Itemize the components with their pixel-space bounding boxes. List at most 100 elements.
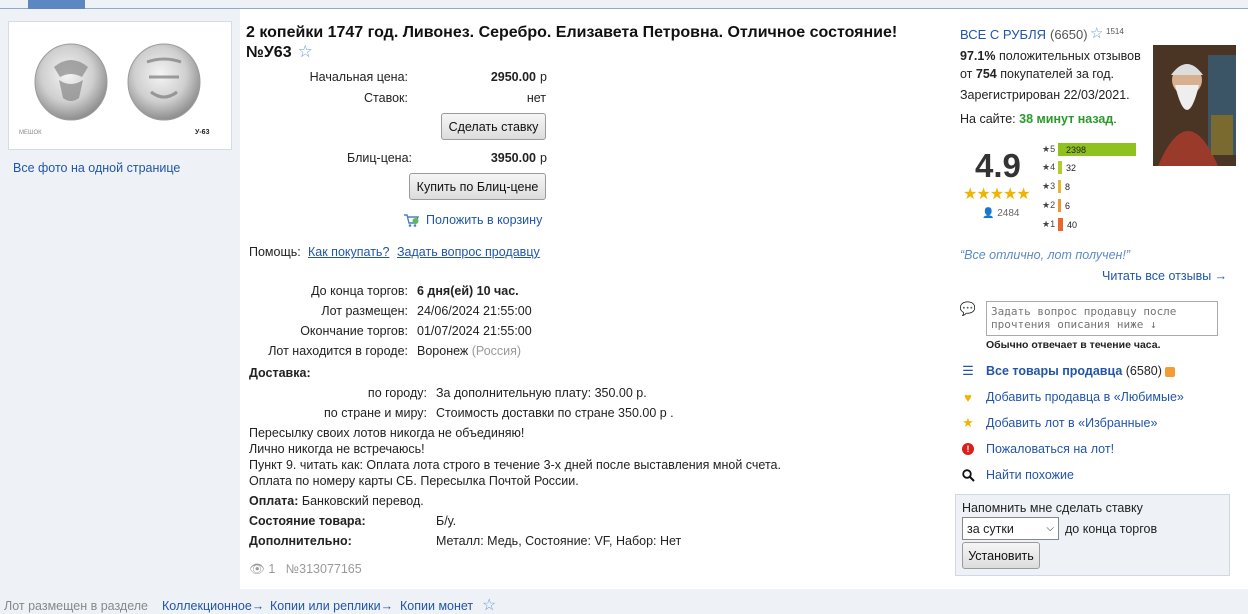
delivery-world-value: Стоимость доставки по стране 350.00 р . — [436, 406, 674, 420]
rating-bar — [1058, 180, 1061, 193]
rating-star-label: ★4 — [1042, 162, 1056, 172]
breadcrumb-item[interactable]: Копии монет — [400, 599, 473, 613]
lot-number: №313077165 — [285, 562, 362, 576]
complain-link[interactable]: Пожаловаться на лот! — [986, 442, 1114, 456]
rss-icon[interactable] — [1165, 366, 1176, 377]
star-outline-icon[interactable]: ☆ — [482, 595, 496, 614]
payment-value: Банковский перевод. — [301, 494, 424, 508]
how-to-buy-link[interactable]: Как покупать? — [308, 245, 389, 259]
from-text: от — [960, 67, 973, 81]
city-name: Воронеж — [417, 344, 469, 358]
rating-star-label: ★1 — [1042, 219, 1056, 229]
rating-count: 8 — [1065, 181, 1071, 192]
list-icon: ☰ — [962, 363, 974, 378]
rating-bar-row[interactable]: ★3 8 — [1042, 180, 1070, 193]
positive-feedback: 97.1% положительных отзывов — [960, 49, 1141, 63]
positive-text: положительных отзывов — [998, 49, 1141, 63]
add-favorite-lot-link[interactable]: Добавить лот в «Избранные» — [986, 416, 1157, 430]
lot-photo[interactable]: МЕШОК У-63 — [8, 21, 232, 150]
seller-star-badge: 1514 — [1106, 27, 1124, 36]
buyers-count: 754 — [975, 67, 997, 81]
all-reviews-link[interactable]: Читать все отзывы → — [1102, 269, 1227, 283]
start-price-label: Начальная цена: — [309, 70, 408, 84]
all-goods-link[interactable]: Все товары продавца — [986, 364, 1122, 378]
ask-seller-link[interactable]: Задать вопрос продавцу — [397, 245, 540, 259]
add-to-cart-link[interactable]: Положить в корзину — [426, 213, 542, 227]
placed-label: Лот размещен: — [321, 304, 408, 318]
end-label: Окончание торгов: — [300, 324, 408, 338]
star-icon: ★ — [962, 415, 974, 430]
seller-avatar[interactable] — [1153, 45, 1236, 166]
place-bid-button[interactable]: Сделать ставку — [441, 113, 546, 140]
star-outline-icon: ☆ — [1090, 25, 1104, 42]
positive-percent: 97.1% — [960, 49, 996, 63]
registered-date: Зарегистрирован 22/03/2021. — [960, 88, 1130, 102]
cart-icon[interactable] — [403, 212, 419, 228]
help-label: Помощь: — [249, 245, 301, 259]
eye-icon: 👁 — [249, 562, 265, 576]
delivery-heading: Доставка: — [249, 366, 311, 380]
rating-bar-row[interactable]: ★5 — [1042, 143, 1136, 156]
photo-column: МЕШОК У-63 Все фото на одной странице — [0, 9, 240, 579]
delivery-city-value: За дополнительную плату: 350.00 р. — [436, 386, 647, 400]
set-reminder-button[interactable]: Установить — [962, 542, 1040, 569]
delivery-world-label: по стране и миру: — [324, 406, 427, 420]
lot-title-text: 2 копейки 1747 год. Ливонез. Серебро. Ел… — [246, 24, 898, 61]
views-count: 1 — [268, 562, 276, 576]
country-name: (Россия) — [471, 344, 522, 358]
rating-count: 32 — [1066, 162, 1077, 173]
breadcrumb-item[interactable]: Коллекционное→ — [162, 599, 264, 613]
start-price-value: 2950.00 — [490, 70, 536, 84]
bids-value: нет — [526, 91, 546, 105]
chevron-down-icon: ⌵ — [1046, 523, 1054, 534]
city-value: Воронеж (Россия) — [417, 344, 521, 358]
star-outline-icon[interactable]: ☆ — [298, 42, 313, 61]
photo-label: У-63 — [195, 129, 210, 136]
question-input[interactable] — [986, 301, 1218, 336]
ends-in-label: До конца торгов: — [311, 284, 408, 298]
add-favorite-seller-link[interactable]: Добавить продавца в «Любимые» — [986, 390, 1184, 404]
find-similar-link[interactable]: Найти похожие — [986, 468, 1074, 482]
rating-bar-row[interactable]: ★2 6 — [1042, 199, 1070, 212]
rating-star-label: ★5 — [1042, 144, 1056, 154]
bid-reminder-box: Напомнить мне сделать ставку за сутки ⌵ … — [955, 494, 1230, 576]
score-users-count: 2484 — [997, 208, 1020, 219]
score-users: 👤 2484 — [982, 208, 1019, 219]
all-photos-link[interactable]: Все фото на одной странице — [13, 161, 180, 175]
reminder-select[interactable]: за сутки ⌵ — [962, 517, 1059, 540]
rating-count: 2398 — [1066, 145, 1087, 155]
delivery-note: Пункт 9. читать как: Оплата лота строго … — [249, 458, 781, 472]
active-top-tab[interactable] — [28, 0, 85, 9]
buyers-text: покупателей за год. — [1000, 67, 1114, 81]
all-goods-count: (6580) — [1125, 364, 1162, 378]
extra-value: Металл: Медь, Состояние: VF, Набор: Нет — [436, 534, 682, 548]
start-price-currency: р — [540, 70, 547, 84]
blitz-price-value: 3950.00 — [490, 151, 536, 165]
search-icon — [961, 468, 975, 482]
end-value: 01/07/2024 21:55:00 — [417, 324, 532, 338]
alert-icon: ! — [961, 442, 975, 456]
review-quote: “Все отлично, лот получен!” — [960, 248, 1131, 262]
breadcrumb-item[interactable]: Копии или реплики→ — [270, 599, 393, 613]
delivery-note: Оплата по номеру карты СБ. Пересылка Поч… — [249, 474, 579, 488]
online-status: На сайте: 38 минут назад. — [960, 112, 1117, 126]
city-label: Лот находится в городе: — [268, 344, 408, 358]
seller-name-link[interactable]: ВСЕ С РУБЛЯ — [960, 27, 1046, 42]
score-stars-icon: ★★★★★ — [963, 186, 1031, 203]
rating-bar — [1058, 199, 1061, 212]
lot-details: 2 копейки 1747 год. Ливонез. Серебро. Ел… — [240, 9, 945, 589]
blitz-price-label: Блиц-цена: — [347, 151, 412, 165]
rating-bar-row[interactable]: ★4 32 — [1042, 161, 1076, 174]
rating-bar — [1058, 218, 1063, 231]
buy-now-button[interactable]: Купить по Блиц-цене — [409, 173, 546, 200]
delivery-note: Пересылку своих лотов никогда не объедин… — [249, 426, 525, 440]
online-label: На сайте: — [960, 112, 1016, 126]
rating-bar — [1058, 161, 1062, 174]
ends-in-value: 6 дня(ей) 10 час. — [417, 284, 519, 298]
reminder-label: Напомнить мне сделать ставку — [962, 501, 1143, 515]
all-goods-row[interactable]: Все товары продавца (6580) — [986, 364, 1176, 378]
rating-bar-row[interactable]: ★1 40 — [1042, 218, 1077, 231]
rating-star-label: ★2 — [1042, 200, 1056, 210]
rating-count: 6 — [1065, 200, 1071, 211]
buyers-line: от 754 покупателей за год. — [960, 67, 1114, 81]
